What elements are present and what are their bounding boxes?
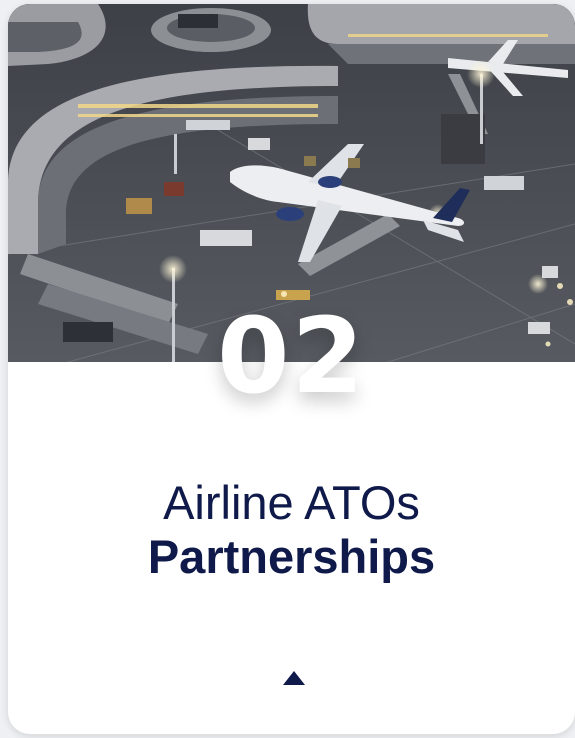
card-number: 02 <box>217 295 366 417</box>
card-title-line2: Partnerships <box>147 530 436 583</box>
expand-toggle-button[interactable] <box>280 664 308 692</box>
caret-up-icon <box>283 671 305 685</box>
card-title-line1: Airline ATOs <box>163 476 420 529</box>
service-card[interactable]: 02 Airline ATOs Partnerships <box>8 4 575 734</box>
